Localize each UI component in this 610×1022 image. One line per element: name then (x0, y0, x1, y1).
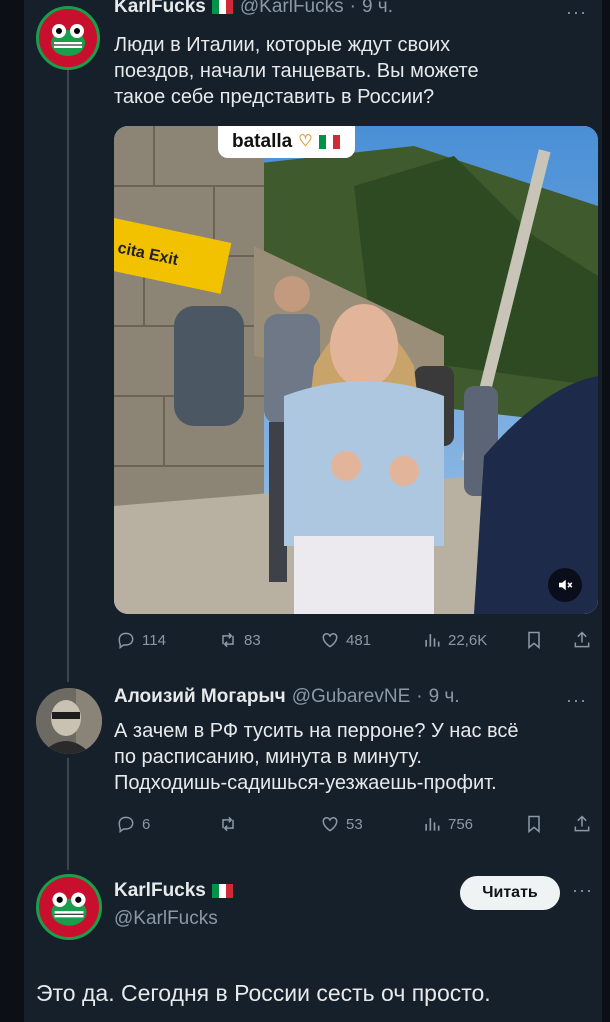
italy-flag-icon (318, 135, 341, 149)
more-icon[interactable]: ··· (572, 880, 593, 901)
share-button[interactable] (572, 626, 592, 654)
tweet-text: Люди в Италии, которые ждут своих поездо… (114, 32, 479, 110)
retweet-count: 83 (244, 631, 261, 649)
bookmark-icon (528, 631, 540, 650)
author-name[interactable]: KarlFucks (114, 0, 206, 18)
video-frame: cita Exit (114, 126, 598, 614)
author-handle[interactable]: @GubarevNE (292, 686, 411, 708)
retweet-button[interactable]: 83 (218, 626, 261, 654)
share-icon (574, 631, 590, 648)
tweet-text-line: поездов, начали танцевать. Вы можете (114, 60, 479, 82)
video-overlay-label: batalla ♡ (218, 126, 355, 158)
like-icon (322, 632, 338, 648)
avatar-face-icon (39, 877, 99, 937)
tweet-time[interactable]: 9 ч. (362, 0, 393, 18)
reply-button[interactable]: 114 (116, 626, 166, 654)
overlay-text: batalla (232, 131, 293, 152)
tweet-actions: 6 53 756 (114, 810, 598, 838)
mute-icon[interactable] (548, 568, 582, 602)
more-icon[interactable]: ··· (566, 690, 587, 711)
avatar[interactable] (36, 688, 102, 754)
reply-count: 6 (142, 815, 151, 833)
author-name[interactable]: Алоизий Могарыч (114, 686, 286, 708)
views-count: 22,6K (448, 631, 488, 649)
avatar[interactable] (36, 874, 102, 940)
tweet-text: А зачем в РФ тусить на перроне? У нас вс… (114, 718, 519, 796)
separator-dot: · (349, 0, 356, 17)
tweet-text: Это да. Сегодня в России сесть оч просто… (36, 980, 491, 1006)
italy-flag-icon (211, 0, 234, 14)
hands-heart-icon: ♡ (298, 133, 313, 150)
author-handle[interactable]: @KarlFucks (114, 908, 218, 930)
like-button[interactable]: 53 (320, 810, 363, 838)
views-count: 756 (448, 815, 474, 833)
avatar-face-icon (39, 9, 97, 67)
views-button[interactable]: 756 (422, 810, 473, 838)
retweet-icon (222, 816, 234, 832)
reply-count: 114 (142, 631, 166, 649)
views-icon (425, 634, 440, 647)
thread-line (67, 758, 69, 870)
share-button[interactable] (572, 810, 592, 838)
bookmark-icon (528, 815, 540, 834)
more-icon[interactable]: ··· (566, 2, 587, 23)
bookmark-button[interactable] (524, 810, 544, 838)
share-icon (574, 815, 590, 832)
reply-icon (118, 632, 134, 649)
like-count: 481 (346, 631, 372, 649)
views-button[interactable]: 22,6K (422, 626, 487, 654)
left-frame-edge (0, 0, 24, 1022)
reply-button[interactable]: 6 (116, 810, 150, 838)
tweet-actions: 114 83 481 22,6K (114, 626, 598, 654)
avatar-portrait-icon (36, 688, 102, 754)
avatar[interactable] (36, 6, 100, 70)
thread-line (67, 70, 69, 682)
tweet-text-line: А зачем в РФ тусить на перроне? У нас вс… (114, 720, 519, 742)
like-button[interactable]: 481 (320, 626, 371, 654)
tweet-text-line: такое себе представить в России? (114, 86, 435, 108)
views-icon (425, 818, 440, 831)
reply-icon (118, 816, 134, 833)
italy-flag-icon (211, 884, 234, 898)
tweet-text-line: по расписанию, минута в минуту. (114, 746, 422, 768)
retweet-icon (222, 632, 234, 648)
tweet-time[interactable]: 9 ч. (429, 686, 460, 708)
separator-dot: · (416, 686, 423, 707)
author-handle[interactable]: @KarlFucks (240, 0, 344, 18)
tweet-text-line: Люди в Италии, которые ждут своих (114, 34, 451, 56)
right-frame-edge (602, 0, 610, 1022)
bookmark-button[interactable] (524, 626, 544, 654)
tweet-text-line: Подходишь-садишься-уезжаешь-профит. (114, 772, 497, 794)
like-icon (322, 816, 338, 832)
follow-button[interactable]: Читать (460, 876, 560, 910)
video-player[interactable]: cita Exit (114, 126, 598, 614)
retweet-button[interactable] (218, 810, 244, 838)
like-count: 53 (346, 815, 363, 833)
author-name[interactable]: KarlFucks (114, 880, 206, 902)
